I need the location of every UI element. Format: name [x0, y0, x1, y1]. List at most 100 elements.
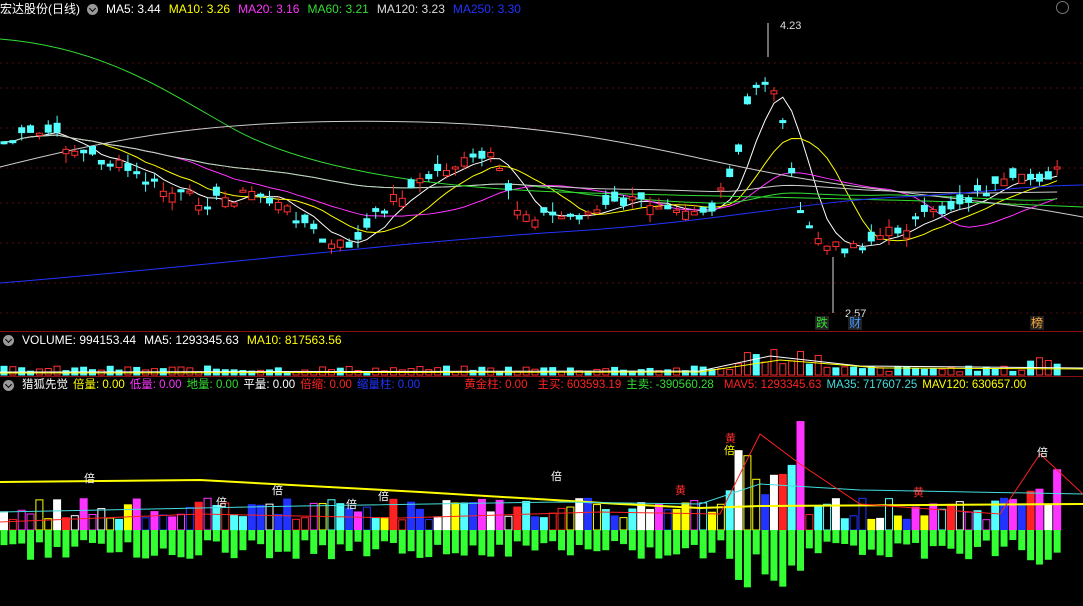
- indicator-up-bar: [761, 494, 770, 531]
- indicator-up-bar: [566, 506, 575, 531]
- candle-body: [549, 211, 557, 216]
- volume-bar: [177, 366, 185, 376]
- indicator-down-bar: [327, 530, 335, 560]
- indicator-up-bar: [876, 517, 885, 531]
- candle-body: [991, 176, 999, 184]
- indicator-up-bar: [398, 519, 407, 531]
- ma120-label: MA120: 3.23: [376, 2, 445, 16]
- candle-body: [319, 238, 327, 243]
- indicator-down-bar: [965, 530, 973, 560]
- candle-body: [221, 197, 229, 208]
- indicator-down-bar: [717, 530, 725, 541]
- huang-glyph: 黄: [725, 431, 736, 445]
- indicator-up-bar: [849, 515, 858, 531]
- bei-glyph: 倍: [216, 495, 227, 509]
- candle-body: [1000, 178, 1008, 187]
- indicator-down-bar: [566, 530, 574, 556]
- indicator-down-bar: [628, 530, 636, 551]
- candle-body: [708, 202, 716, 212]
- ind-zhumai-sell: 主卖: -390560.28: [626, 379, 714, 391]
- indicator-up-bar: [964, 511, 973, 531]
- volume-bar: [1053, 363, 1061, 376]
- volume-bar: [823, 366, 831, 376]
- indicator-up-bar: [539, 517, 548, 531]
- candle-body: [885, 226, 893, 237]
- ind-beisuo: 倍缩: 0.00: [300, 379, 352, 391]
- volume-bar: [735, 363, 743, 376]
- indicator-down-bar: [637, 530, 645, 559]
- candle-body: [735, 144, 743, 152]
- indicator-down-bar: [239, 530, 247, 551]
- indicator-chart[interactable]: 倍倍倍倍倍倍倍 倍黄 黄黄: [0, 394, 1083, 606]
- indicator-up-bar: [371, 517, 380, 531]
- indicator-down-bar: [204, 530, 212, 541]
- candle-body: [159, 190, 167, 197]
- indicator-down-bar: [389, 530, 397, 544]
- candle-body: [938, 205, 946, 214]
- indicator-up-bar: [575, 498, 584, 531]
- ma60-label: MA60: 3.21: [307, 2, 369, 16]
- event-marker: 榜: [1031, 315, 1043, 330]
- volume-bar: [80, 366, 88, 376]
- volume-menu-icon[interactable]: [3, 334, 14, 346]
- indicator-down-bar: [1044, 530, 1052, 560]
- candle-body: [248, 190, 256, 201]
- indicator-up-bar: [141, 517, 150, 531]
- volume-bar: [743, 352, 751, 376]
- price-chart[interactable]: 4.232.57跌财榜: [0, 17, 1083, 331]
- ma10-label: MA10: 3.26: [168, 2, 231, 16]
- volume-bar: [133, 366, 141, 376]
- indicator-down-bar: [540, 530, 548, 544]
- indicator-down-bar: [575, 530, 583, 545]
- indicator-down-bar: [699, 530, 707, 559]
- candle-body: [186, 190, 194, 194]
- indicator-up-bar: [433, 516, 442, 531]
- indicator-down-bar: [602, 530, 610, 551]
- volume-bar: [974, 370, 981, 376]
- indicator-up-bar: [115, 518, 124, 531]
- indicator-down-bar: [0, 530, 8, 546]
- indicator-menu-icon[interactable]: [87, 3, 98, 15]
- volume-bar: [1027, 360, 1035, 376]
- indicator-panel-menu-icon[interactable]: [3, 379, 14, 391]
- indicator-down-bar: [53, 530, 61, 547]
- volume-bar: [867, 366, 875, 376]
- indicator-down-bar: [779, 530, 787, 587]
- indicator-down-bar: [1009, 530, 1017, 541]
- candle-body: [912, 216, 920, 220]
- indicator-down-bar: [974, 530, 981, 547]
- indicator-up-bar: [415, 508, 424, 531]
- indicator-down-bar: [159, 530, 167, 549]
- indicator-down-bar: [71, 530, 79, 547]
- ind-name[interactable]: 猎狐先觉: [22, 377, 68, 393]
- price-panel-header: 宏达股份(日线) MA5: 3.44 MA10: 3.26 MA20: 3.16…: [0, 1, 529, 17]
- volume-bar: [797, 350, 804, 376]
- indicator-up-bar: [212, 505, 221, 531]
- candle-body: [381, 210, 389, 214]
- candle-body: [27, 125, 35, 133]
- candle-body: [1027, 173, 1035, 180]
- panel-options-icon[interactable]: [1056, 1, 1069, 14]
- candle-body: [389, 194, 397, 202]
- stock-title[interactable]: 宏达股份(日线): [0, 1, 80, 17]
- indicator-down-bar: [841, 530, 849, 545]
- candle-body: [53, 122, 61, 133]
- indicator-down-bar: [920, 530, 928, 559]
- indicator-up-bar: [946, 503, 955, 531]
- indicator-down-bar: [726, 530, 734, 559]
- volume-bar: [779, 363, 787, 376]
- volume-chart[interactable]: [0, 348, 1083, 376]
- ma5-label: MA5: 3.44: [106, 2, 161, 16]
- indicator-up-bar: [35, 499, 44, 531]
- indicator-up-bar: [486, 511, 495, 531]
- indicator-down-bar: [319, 530, 327, 546]
- candle-body: [451, 166, 459, 170]
- indicator-up-bar: [955, 501, 964, 531]
- ind-mav120: MAV120: 630657.00: [922, 379, 1027, 391]
- indicator-down-bar: [35, 530, 43, 543]
- bei-glyph: 倍: [1037, 445, 1048, 459]
- indicator-down-bar: [266, 530, 273, 559]
- ma-line: [3, 96, 1058, 248]
- indicator-up-bar: [53, 499, 62, 531]
- indicator-down-bar: [478, 530, 486, 556]
